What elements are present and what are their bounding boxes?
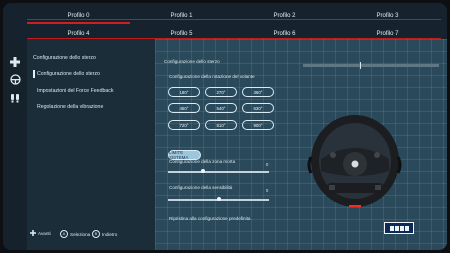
rotation-option[interactable]: 810° <box>205 120 237 130</box>
rotation-option[interactable]: 720° <box>168 120 200 130</box>
rotation-option[interactable]: 180° <box>168 87 200 97</box>
menu-item-force-feedback[interactable]: Impostazioni del Force Feedback <box>37 88 113 94</box>
wheel-position-bar <box>303 64 439 67</box>
tab-label: Profilo 6 <box>273 31 296 37</box>
sensitivity-label: Configurazione della sensibilità <box>169 185 233 190</box>
wheel-position-marker <box>360 62 361 69</box>
rotation-option[interactable]: 630° <box>242 103 274 113</box>
sensitivity-slider-knob[interactable] <box>216 197 221 201</box>
category-rail <box>3 39 27 250</box>
menu-section-title: Configurazione dello sterzo <box>33 55 96 61</box>
hint-select-label: Seleziona <box>70 231 91 237</box>
a-button-icon: A <box>60 230 68 238</box>
plus-icon <box>30 230 36 236</box>
steering-config-panel: Configurazione dello sterzo Configurazio… <box>155 39 447 250</box>
hint-back: B Indietro <box>92 230 117 238</box>
tab-label: Profilo 4 <box>67 31 90 37</box>
hint-advance: Avanti <box>30 230 51 236</box>
tab-profile-2[interactable]: Profilo 2 <box>233 8 336 24</box>
tab-label: Profilo 5 <box>170 31 193 37</box>
panel-title: Configurazione dello sterzo <box>164 59 220 64</box>
deadzone-slider[interactable] <box>168 171 269 173</box>
reset-defaults-link[interactable]: Ripristina alla configurazione predefini… <box>169 216 250 221</box>
tab-profile-3[interactable]: Profilo 3 <box>336 8 439 24</box>
hint-select: A Seleziona <box>60 230 90 238</box>
rotation-label: Configurazione della rotazione del volan… <box>169 74 255 79</box>
deadzone-label: Configurazione della zona morta <box>169 159 236 164</box>
rotation-option[interactable]: 900° <box>242 120 274 130</box>
rotation-option[interactable]: 540° <box>205 103 237 113</box>
rotation-option[interactable]: 270° <box>205 87 237 97</box>
rotation-option[interactable]: 450° <box>168 103 200 113</box>
rotation-option[interactable]: 360° <box>242 87 274 97</box>
deadzone-value: 0 <box>266 162 269 167</box>
hint-back-label: Indietro <box>102 231 118 237</box>
menu-item-steering-config[interactable]: Configurazione dello sterzo <box>33 70 100 78</box>
menu-item-vibration[interactable]: Regolazione della vibrazione <box>37 104 103 110</box>
profile-tab-divider <box>27 19 441 20</box>
hint-advance-label: Avanti <box>38 230 51 236</box>
tab-profile-1[interactable]: Profilo 1 <box>130 8 233 24</box>
steering-icon[interactable] <box>8 72 22 86</box>
sensitivity-value: 0 <box>266 188 269 193</box>
pedals-icon[interactable] <box>8 91 22 105</box>
profile-tabs: Profilo 0 Profilo 1 Profilo 2 Profilo 3 … <box>27 8 441 42</box>
settings-menu: Configurazione dello sterzo Configurazio… <box>27 39 155 250</box>
tab-label: Profilo 7 <box>376 31 399 37</box>
dpad-icon[interactable] <box>8 55 22 69</box>
steering-wheel-image <box>307 115 402 207</box>
hori-logo <box>384 222 414 234</box>
b-button-icon: B <box>92 230 100 238</box>
app-window: Profilo 0 Profilo 1 Profilo 2 Profilo 3 … <box>3 3 447 250</box>
tab-profile-0[interactable]: Profilo 0 <box>27 8 130 24</box>
